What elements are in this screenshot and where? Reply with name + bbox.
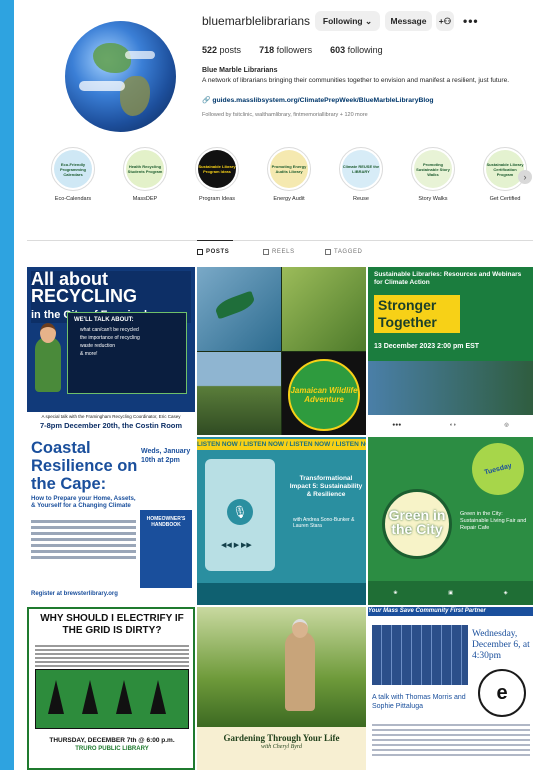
handbook-cover: HOMEOWNER'S HANDBOOK	[140, 510, 192, 588]
green-city-logo: Green in the City	[382, 489, 452, 559]
highlight-label: Story Walks	[418, 196, 448, 202]
highlight-label: Energy Audit	[273, 196, 305, 202]
vineyard-power-logo: e	[478, 669, 526, 717]
webinar-photo	[368, 361, 533, 415]
podcast-card: 🎙 ◀◀ ▶ ▶▶	[205, 459, 275, 571]
highlight-cover: Health Recycling Students Program	[126, 150, 164, 188]
following-button[interactable]: Following ⌄	[315, 11, 380, 31]
left-accent-bar	[0, 0, 14, 770]
highlight-cover: Promoting Sustainable Story Walks	[414, 150, 452, 188]
coast-photo	[197, 352, 281, 435]
highlight-label: Reuse	[353, 196, 369, 202]
posts-stat[interactable]: 522 posts	[202, 45, 241, 55]
highlight-cover: Promoting Energy Audits Library	[270, 150, 308, 188]
post-green-in-the-city[interactable]: Tuesday Green in the City Green in the C…	[368, 437, 533, 605]
player-controls-icon: ◀◀ ▶ ▶▶	[221, 542, 252, 549]
grid-icon	[197, 249, 203, 255]
post-mass-save[interactable]: Your Mass Save Community First Partner W…	[368, 607, 533, 770]
more-options-icon[interactable]: •••	[463, 14, 479, 28]
profile-username: bluemarblelibrarians	[202, 14, 311, 28]
profile-display-name: Blue Marble Librarians	[202, 67, 278, 74]
partner-logos: ❀ ▣ ◈	[368, 581, 533, 605]
highlight-cover: Sustainable Library Program Ideas	[198, 150, 236, 188]
chevron-right-icon[interactable]: ›	[518, 170, 532, 184]
profile-stats: 522 posts 718 followers 603 following	[202, 45, 383, 55]
solar-panel-photo	[372, 625, 468, 685]
tab-reels[interactable]: REELS	[263, 249, 295, 255]
gardener-figure	[285, 619, 315, 711]
highlight-story-walks[interactable]: Promoting Sustainable Story Walks Story W…	[400, 147, 466, 202]
garden-photo	[197, 607, 366, 727]
post-jamaican-wildlife[interactable]: Jamaican Wildlife Adventure	[197, 267, 366, 435]
microphone-icon: 🎙	[227, 499, 253, 525]
post-podcast-listen-now[interactable]: LISTEN NOW / LISTEN NOW / LISTEN NOW / L…	[197, 437, 366, 605]
followed-by-text[interactable]: Followed by fsitclinic, walthamlibrary, …	[202, 112, 368, 118]
highlight-cover: Climate REUSE the LIBRARY	[342, 150, 380, 188]
highlight-massdep[interactable]: Health Recycling Students Program MassDEP	[112, 147, 178, 202]
post-electrify-grid[interactable]: WHY SHOULD I ELECTRIFY IF THE GRID IS DI…	[27, 607, 195, 770]
highlight-label: Get Certified	[489, 196, 521, 202]
highlight-cover: Eco-Friendly Programming Calendars	[54, 150, 92, 188]
highlight-reuse[interactable]: Climate REUSE the LIBRARY Reuse	[328, 147, 394, 202]
talk-topics-box: WE'LL TALK ABOUT: what can/can't be recy…	[67, 312, 187, 394]
reels-icon	[263, 249, 269, 255]
highlight-energy-audit[interactable]: Promoting Energy Audits Library Energy Au…	[256, 147, 322, 202]
partner-logos: ●●● ◐◑ ◎	[368, 415, 533, 435]
add-user-icon[interactable]: +⚇	[436, 11, 454, 31]
message-button[interactable]: Message	[385, 11, 432, 31]
followers-stat[interactable]: 718 followers	[259, 45, 312, 55]
jamaican-wildlife-badge: Jamaican Wildlife Adventure	[288, 359, 360, 431]
tab-posts[interactable]: POSTS	[197, 249, 229, 255]
profile-bio: A network of librarians bringing their c…	[202, 77, 510, 84]
story-highlights: Eco-Friendly Programming Calendars Eco-Ca…	[40, 147, 533, 209]
power-pylons-image	[35, 669, 189, 729]
profile-link[interactable]: 🔗 guides.masslibsystem.org/ClimatePrepWe…	[202, 96, 434, 104]
post-gardening[interactable]: Gardening Through Your Life with Cheryl …	[197, 607, 366, 770]
post-stronger-together[interactable]: Sustainable Libraries: Resources and Web…	[368, 267, 533, 435]
post-coastal-resilience[interactable]: Coastal Resilience on the Cape: Weds, Ja…	[27, 437, 195, 605]
tab-active-indicator	[197, 240, 233, 241]
tab-tagged[interactable]: TAGGED	[325, 249, 363, 255]
highlight-label: Eco-Calendars	[54, 196, 92, 202]
tab-divider	[27, 240, 533, 241]
cartoon-girl-image	[35, 323, 61, 392]
tuesday-badge: Tuesday	[466, 437, 530, 501]
highlight-eco-calendars[interactable]: Eco-Friendly Programming Calendars Eco-Ca…	[40, 147, 106, 202]
highlight-cover: Sustainable Library Certification Progra…	[486, 150, 524, 188]
highlight-program-ideas[interactable]: Sustainable Library Program Ideas Program…	[184, 147, 250, 202]
profile-avatar[interactable]	[65, 21, 176, 132]
post-recycling-framingham[interactable]: All about RECYCLINGin the City of Framin…	[27, 267, 195, 435]
tagged-icon	[325, 249, 331, 255]
bird-photo	[282, 267, 366, 351]
following-stat[interactable]: 603 following	[330, 45, 383, 55]
highlight-label: MassDEP	[132, 196, 158, 202]
highlight-label: Program Ideas	[198, 196, 236, 202]
